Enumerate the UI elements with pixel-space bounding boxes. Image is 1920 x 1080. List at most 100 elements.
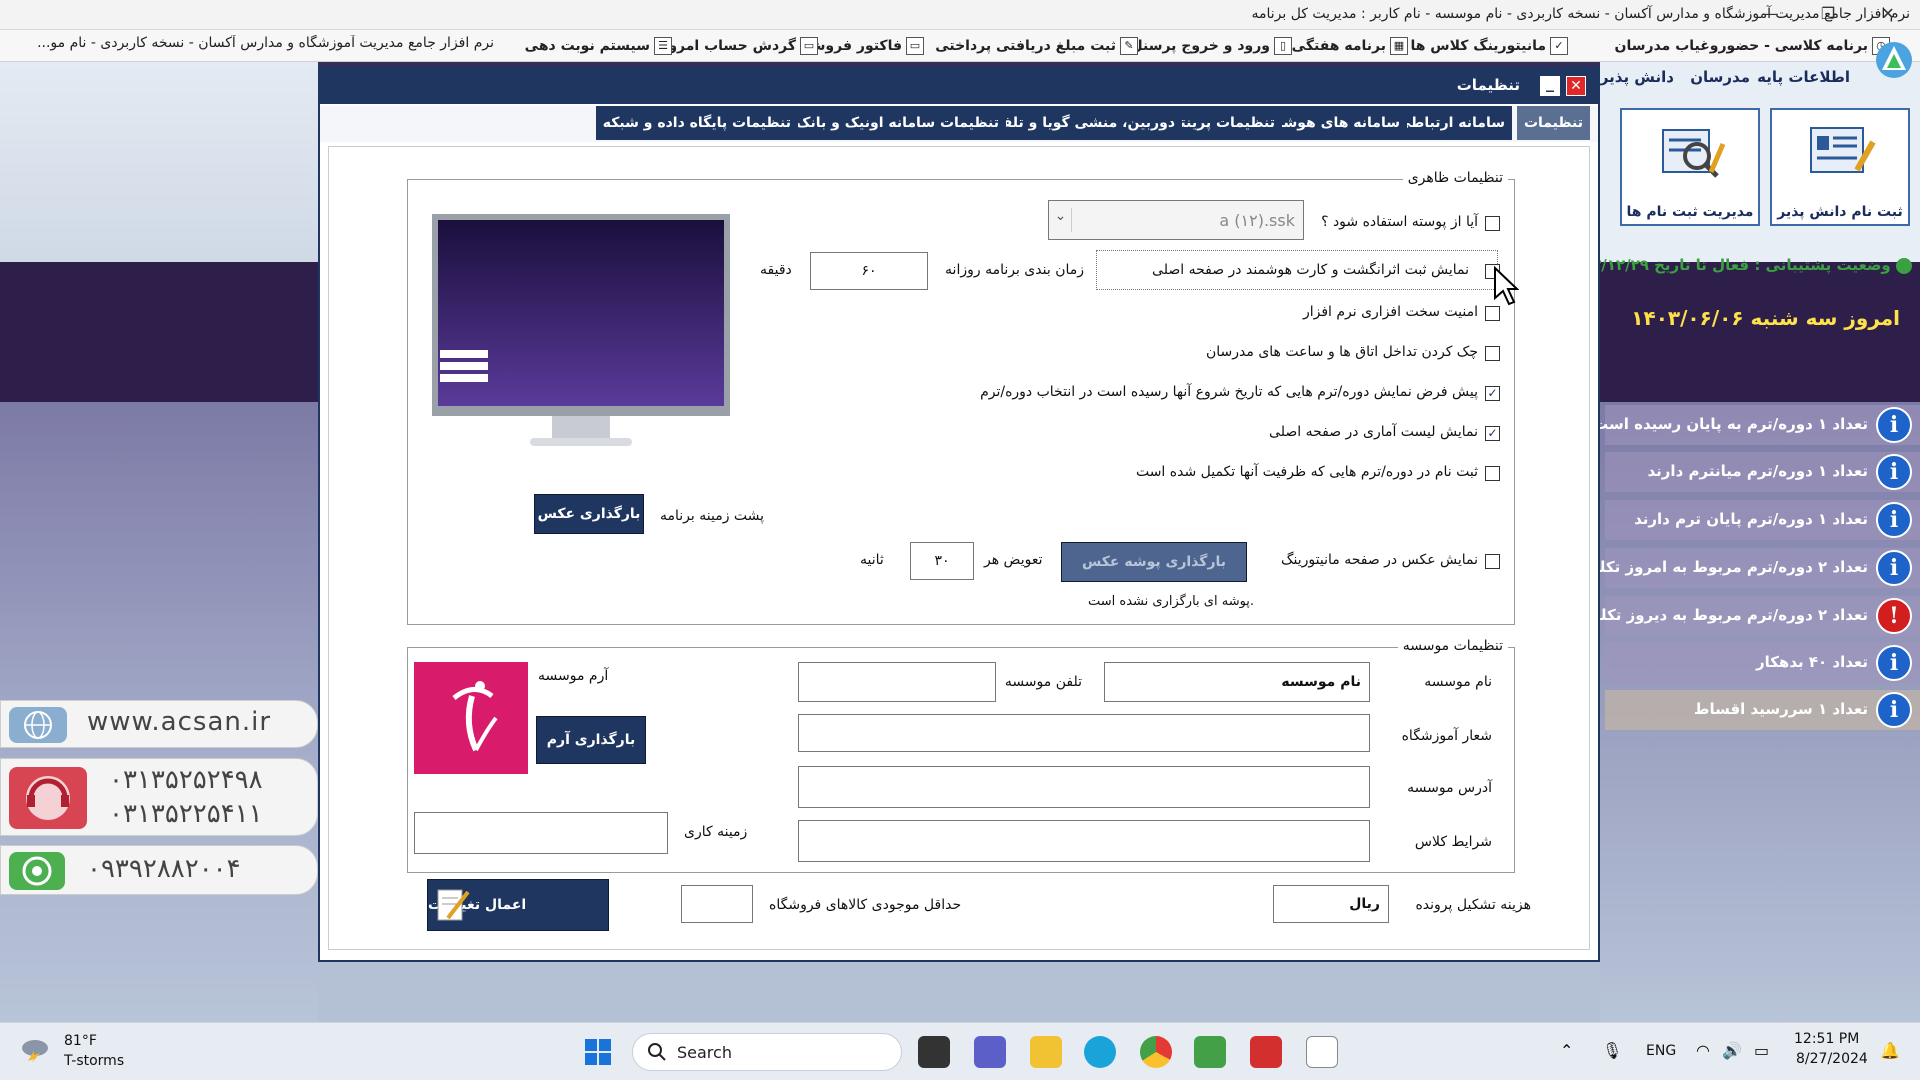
invoice-icon: ▭: [800, 37, 818, 55]
class-conditions-input[interactable]: [798, 820, 1370, 862]
start-windows-icon[interactable]: [582, 1036, 614, 1068]
toolbar-register-payment[interactable]: ✎ ثبت مبلغ دریافتی پرداختی: [935, 35, 1138, 57]
document-pen-icon: [436, 886, 470, 924]
notification-item[interactable]: i تعداد ۴۰ بدهکار: [1605, 643, 1920, 683]
close-window-button[interactable]: ✕: [1868, 4, 1908, 26]
slogan-input[interactable]: [798, 714, 1370, 752]
toolbar-today-account[interactable]: ▭ گردش حساب امروز: [660, 35, 818, 57]
institute-phone-label: تلفن موسسه: [1004, 674, 1082, 690]
info-icon: i: [1876, 407, 1912, 443]
upload-folder-button[interactable]: بارگذاری پوشه عکس: [1061, 542, 1247, 582]
website-card[interactable]: www.acsan.ir: [0, 700, 318, 748]
institute-name-input[interactable]: نام موسسه: [1104, 662, 1370, 702]
notification-item[interactable]: i تعداد ۱ دوره/ترم پایان ترم دارند: [1605, 500, 1920, 540]
chevron-down-icon[interactable]: ⌄: [1050, 208, 1072, 232]
tab-database-network[interactable]: تنظیمات پایگاه داده و شبکه: [595, 106, 798, 140]
info-icon: i: [1876, 550, 1912, 586]
edge-icon[interactable]: [1084, 1036, 1116, 1068]
hardware-security-checkbox[interactable]: [1485, 306, 1500, 321]
tab-settings[interactable]: تنظیمات: [1516, 106, 1590, 140]
file-fee-input[interactable]: ریال: [1273, 885, 1389, 923]
language-indicator[interactable]: ENG: [1646, 1043, 1676, 1059]
toolbar-appointment-system[interactable]: ☰ سیستم نوبت دهی: [525, 35, 672, 57]
fingerprint-option-box[interactable]: نمایش ثبت اثرانگشت و کارت هوشمند در صفحه…: [1096, 250, 1498, 290]
green-app-icon[interactable]: [1194, 1036, 1226, 1068]
notification-item[interactable]: ! تعداد ۲ دوره/ترم مربوط به دیروز تکلیف: [1577, 596, 1920, 636]
clock-date[interactable]: 8/27/2024: [1796, 1051, 1868, 1067]
red-app-icon[interactable]: [1250, 1036, 1282, 1068]
toolbar-staff-entry-exit[interactable]: ▯ ورود و خروج پرسنل: [1130, 35, 1292, 57]
teams-icon[interactable]: [974, 1036, 1006, 1068]
toolbar-class-monitoring[interactable]: ✓ مانیتورینگ کلاس ها: [1410, 35, 1568, 57]
maximize-button[interactable]: ❐: [1808, 4, 1848, 26]
apply-changes-button[interactable]: اعمال تغییرات: [427, 879, 609, 931]
seconds-label: ثانیه: [860, 552, 884, 568]
battery-icon[interactable]: ▭: [1754, 1041, 1769, 1060]
default-started-checkbox[interactable]: ✓: [1485, 386, 1500, 401]
notification-item[interactable]: i تعداد ۲ دوره/ترم مربوط به امروز تکلیف: [1576, 548, 1920, 588]
institute-phone-input[interactable]: [798, 662, 996, 702]
toolbar-weekly-program[interactable]: ▦ برنامه هفتگی: [1292, 35, 1408, 57]
support-headset-icon: [9, 767, 87, 829]
minimize-button[interactable]: —: [1750, 4, 1790, 26]
menu-teachers[interactable]: مدرسان: [1690, 68, 1750, 86]
microphone-icon[interactable]: 🎙: [1602, 1041, 1622, 1060]
today-date: امروز سه شنبه ۱۴۰۳/۰۶/۰۶: [1631, 306, 1900, 330]
address-label: آدرس موسسه: [1407, 780, 1492, 796]
upload-photo-button[interactable]: بارگذاری عکس: [534, 494, 644, 534]
no-folder-message: .پوشه ای بارگزاری نشده است: [1088, 594, 1255, 609]
tab-communication[interactable]: سامانه ارتباطی: [1389, 106, 1512, 140]
windows-taskbar: 81°F T-storms Search ⌃ 🎙 ENG ◠ 🔊 ▭ 12:51…: [0, 1022, 1920, 1080]
tab-onik-banks[interactable]: تنظیمات سامانه اونیک و بانک ها: [769, 106, 1006, 140]
register-full-label: ثبت نام در دوره/ترم هایی که ظرفیت آنها ت…: [1135, 464, 1478, 480]
use-skin-checkbox[interactable]: [1485, 216, 1500, 231]
notification-item[interactable]: i تعداد ۱ دوره/ترم به پایان رسیده است: [1593, 405, 1920, 445]
whatsapp-card[interactable]: ۰۹۳۹۲۸۸۲۰۰۴: [0, 845, 318, 895]
app-window-selector[interactable]: نرم افزار جامع مدیریت آموزشگاه و مدارس آ…: [4, 35, 494, 57]
task-view-icon[interactable]: [918, 1036, 950, 1068]
check-overlap-checkbox[interactable]: [1485, 346, 1500, 361]
left-background-band: [0, 262, 318, 402]
address-input[interactable]: [798, 766, 1370, 808]
phone-card: ۰۳۱۳۵۲۵۲۴۹۸ ۰۳۱۳۵۲۲۵۴۱۱: [0, 758, 318, 836]
file-explorer-icon[interactable]: [1030, 1036, 1062, 1068]
taskbar-search[interactable]: Search: [632, 1033, 902, 1071]
schedule-time-input[interactable]: ۶۰: [810, 252, 928, 290]
register-full-checkbox[interactable]: [1485, 466, 1500, 481]
toolbar-sales-invoice[interactable]: ▭ فاکتور فروش: [806, 35, 924, 57]
volume-icon[interactable]: 🔊: [1722, 1041, 1742, 1060]
min-stock-input[interactable]: [681, 885, 753, 923]
field-of-work-input[interactable]: [414, 812, 668, 854]
chrome-icon[interactable]: [1140, 1036, 1172, 1068]
notification-bell-icon[interactable]: 🔔: [1880, 1041, 1900, 1060]
manage-registrations-button[interactable]: مدیریت ثبت نام ها: [1620, 108, 1760, 226]
upload-logo-button[interactable]: بارگذاری آرم: [536, 716, 646, 764]
stat-list-checkbox[interactable]: ✓: [1485, 426, 1500, 441]
notepad-icon[interactable]: [1306, 1036, 1338, 1068]
menu-basic-info[interactable]: اطلاعات پایه: [1757, 68, 1850, 86]
toolbar-class-schedule[interactable]: ◷ برنامه کلاسی - حضوروغیاب مدرسان: [1615, 35, 1890, 57]
menu-students[interactable]: دانش پذیرا: [1595, 68, 1674, 86]
clock-time[interactable]: 12:51 PM: [1794, 1031, 1859, 1047]
support-status: وضعیت پشتیبانی : فعال تا تاریخ ۱۴۰۳/۱۲/۲…: [1565, 256, 1912, 274]
change-interval-input[interactable]: ۳۰: [910, 542, 974, 580]
close-icon[interactable]: ✕: [1566, 76, 1586, 96]
weather-widget[interactable]: 81°F T-storms: [20, 1031, 150, 1073]
appearance-group-title: تنظیمات ظاهری: [1402, 170, 1508, 186]
chevron-up-icon[interactable]: ⌃: [1560, 1041, 1573, 1060]
notification-item[interactable]: i تعداد ۱ دوره/ترم میانترم دارند: [1605, 452, 1920, 492]
tab-printer[interactable]: تنظیمات پرینتر: [1164, 106, 1282, 140]
slogan-label: شعار آموزشگاه: [1401, 728, 1492, 744]
wifi-icon[interactable]: ◠: [1696, 1041, 1710, 1060]
skin-select[interactable]: a (۱۲).ssk: [1048, 200, 1304, 240]
settings-titlebar: تنظیمات ✕ _: [320, 68, 1598, 104]
student-register-button[interactable]: ثبت نام دانش پذیر: [1770, 108, 1910, 226]
tab-camera-phone[interactable]: دوربین، منشی گویا و تلفن: [983, 106, 1182, 140]
whatsapp-icon: [9, 852, 65, 890]
photo-monitoring-checkbox[interactable]: [1485, 554, 1500, 569]
institute-logo-label: آرم موسسه: [538, 668, 609, 684]
mouse-cursor-icon: [1493, 265, 1520, 306]
settings-window: تنظیمات ✕ _ تنظیمات سامانه ارتباطی سامان…: [318, 66, 1600, 962]
minimize-icon[interactable]: _: [1540, 75, 1560, 96]
notification-item[interactable]: i تعداد ۱ سررسید اقساط: [1605, 690, 1920, 730]
